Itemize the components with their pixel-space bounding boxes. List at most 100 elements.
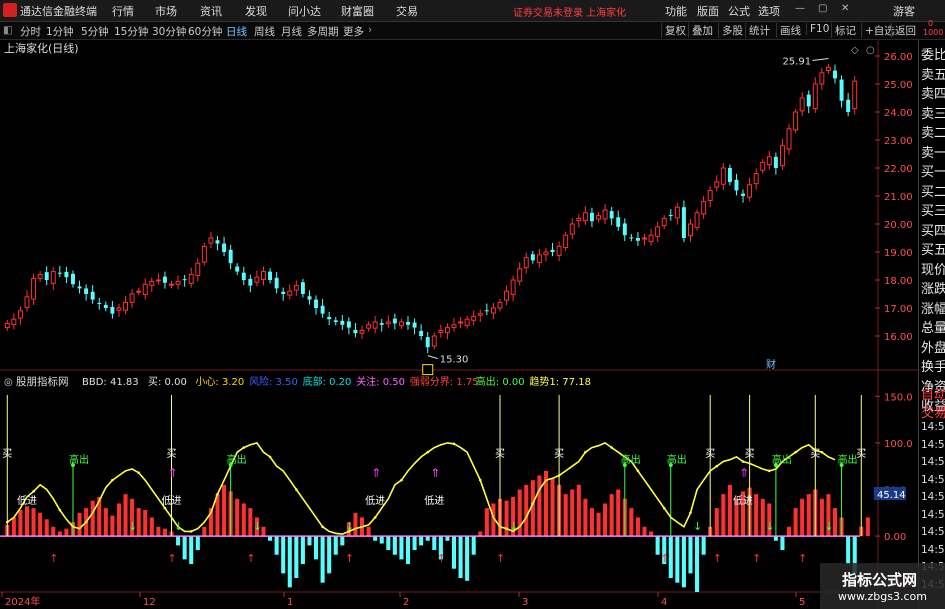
menu-shichang[interactable]: 市场 (155, 3, 177, 19)
btn-add-watchlist[interactable]: +自选 (861, 23, 895, 38)
buy-label: 买 (745, 448, 755, 460)
red-up-arrow-icon: ↑ (246, 552, 255, 565)
btn-diejia[interactable]: 叠加 (688, 23, 713, 38)
tick-time: 14:56 (921, 508, 945, 521)
menu-zixun[interactable]: 资讯 (200, 3, 222, 19)
chart-area[interactable]: 25.9115.30 财◇ ○ 26.0025.0024.0023.0022.002… (0, 40, 918, 609)
period-multi[interactable]: 多周期 (307, 24, 339, 39)
bbd-bar (202, 526, 207, 537)
bbd-bar (570, 489, 575, 537)
tick-time: 14:56 (921, 491, 945, 503)
candle-body (398, 321, 404, 327)
candle-body (149, 280, 155, 286)
menu-faxian[interactable]: 发现 (245, 3, 267, 19)
menu-jiaoyi[interactable]: 交易 (396, 3, 418, 19)
menu-wenxiaoda[interactable]: 问小达 (288, 3, 321, 19)
auto-trade-label[interactable]: 交易 (921, 402, 945, 421)
bbd-bar (484, 508, 489, 537)
btn-huaxian[interactable]: 画线 (776, 23, 801, 38)
candle-body (314, 299, 319, 308)
period-60min[interactable]: 60分钟 (188, 24, 222, 39)
period-weekly[interactable]: 周线 (254, 24, 275, 39)
auto-trade-label[interactable]: 自动 (921, 384, 945, 403)
btn-tongji[interactable]: 统计 (745, 23, 770, 38)
btn-duogu[interactable]: 多股 (718, 23, 743, 38)
toolbar-back-icon[interactable]: ◧ (3, 24, 13, 36)
indicator-tick-label: 100.0 (884, 439, 913, 450)
minimize-icon[interactable]: — (795, 3, 805, 14)
bbd-bar (819, 498, 824, 537)
btn-biaoji[interactable]: 标记 (831, 23, 856, 38)
quote-field-label[interactable]: 卖二 (921, 122, 945, 141)
red-up-arrow-icon: ↑ (713, 552, 722, 565)
btn-fuquan[interactable]: 复权 (661, 23, 686, 38)
bbd-bar (471, 536, 476, 555)
candle-body (760, 161, 766, 171)
indicator-value: 风险: 3.50 (249, 375, 298, 388)
high-label: 高出 (667, 453, 687, 466)
menu-caifuquan[interactable]: 财富圈 (341, 3, 374, 19)
high-label: 高出 (69, 453, 89, 466)
quote-field-label[interactable]: 委比 (921, 44, 945, 63)
bbd-bar (675, 536, 680, 583)
quote-field-label[interactable]: 现价 (921, 259, 945, 278)
trade-login-alert[interactable]: 证券交易未登录 上海家化 (513, 4, 626, 19)
indicator-value: 高出: 0.00 (476, 375, 525, 388)
indicator-value: 强弱分界: 1.75 (410, 376, 479, 388)
quote-field-label[interactable]: 卖三 (921, 103, 945, 122)
period-30min[interactable]: 30分钟 (152, 24, 186, 39)
quote-field-label[interactable]: 卖一 (921, 142, 945, 161)
quote-field-label[interactable]: 换手 (921, 356, 945, 375)
candle-body (208, 237, 214, 244)
close-icon[interactable]: ✕ (841, 3, 849, 14)
candle-body (110, 306, 115, 314)
candle-body (379, 323, 384, 325)
quote-field-label[interactable]: 涨跌 (921, 278, 945, 297)
quote-field-label[interactable]: 买二 (921, 181, 945, 200)
price-tick-label: 19.00 (884, 248, 913, 259)
bbd-bar (681, 536, 686, 588)
candle-body (569, 223, 575, 235)
high-label: 高出 (621, 453, 641, 466)
quote-field-label[interactable]: 买三 (921, 200, 945, 219)
period-15min[interactable]: 15分钟 (114, 24, 148, 39)
quote-field-label[interactable]: 买一 (921, 161, 945, 180)
restore-icon[interactable]: ▢ (818, 3, 827, 14)
indicator-value: 底部: 0.20 (303, 375, 352, 388)
menu-gongneng[interactable]: 功能 (665, 3, 687, 19)
date-tick-label: 12 (143, 597, 156, 608)
period-more[interactable]: 更多 (343, 24, 364, 39)
candle-body (812, 83, 818, 110)
quote-field-label[interactable]: 买四 (921, 220, 945, 239)
quote-field-label[interactable]: 涨幅 (921, 298, 945, 317)
period-fenshi[interactable]: 分时 (20, 24, 41, 39)
period-5min[interactable]: 5分钟 (81, 24, 109, 39)
bbd-bar (51, 526, 56, 537)
candle-body (392, 318, 397, 324)
menu-hangqing[interactable]: 行情 (112, 3, 134, 19)
candle-body (734, 179, 739, 191)
menu-gongshi[interactable]: 公式 (728, 3, 750, 19)
quote-field-label[interactable]: 卖四 (921, 83, 945, 102)
menu-banmian[interactable]: 版面 (697, 3, 719, 19)
period-daily[interactable]: 日线 (226, 24, 247, 39)
candle-body (17, 310, 23, 319)
candle-body (799, 97, 805, 112)
period-1min[interactable]: 1分钟 (46, 24, 74, 39)
quote-field-label[interactable]: 买五 (921, 239, 945, 258)
quote-field-label[interactable]: 总量 (921, 317, 945, 336)
user-guest[interactable]: 游客 (893, 3, 915, 19)
bbd-bar (800, 498, 805, 537)
btn-f10[interactable]: F10 (806, 23, 829, 35)
buy-label: 买 (167, 448, 177, 460)
quote-field-label[interactable]: 卖五 (921, 64, 945, 83)
quote-field-label[interactable]: 外盘 (921, 337, 945, 356)
btn-fanhui[interactable]: 返回 (891, 23, 916, 38)
candle-body (248, 278, 253, 286)
candle-body (4, 322, 10, 329)
period-monthly[interactable]: 月线 (281, 24, 302, 39)
candle-body (241, 272, 246, 280)
menu-xuanxiang[interactable]: 选项 (758, 3, 780, 19)
chevron-right-icon[interactable]: › (368, 24, 372, 36)
bbd-bar (786, 526, 792, 537)
